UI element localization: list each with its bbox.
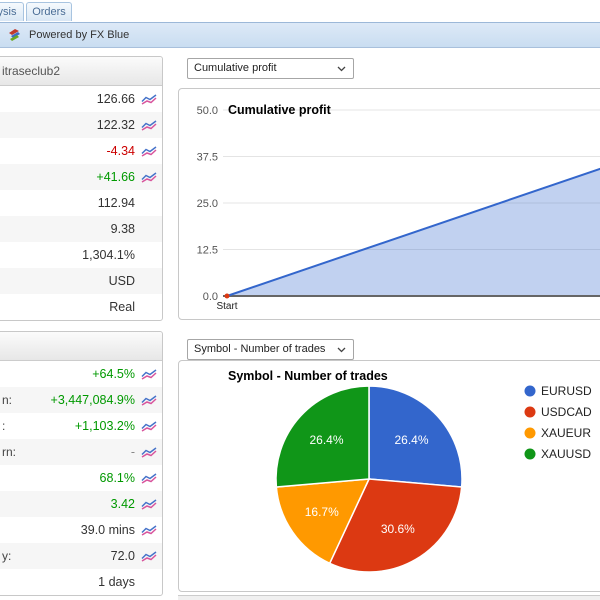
stat-value: +1,103.2%	[75, 419, 135, 433]
legend-item: XAUEUR	[525, 426, 592, 440]
svg-text:Symbol - Number of trades: Symbol - Number of trades	[228, 369, 388, 383]
mini-chart-icon[interactable]	[141, 120, 157, 131]
chart-type-select-value: Cumulative profit	[194, 59, 337, 78]
stat-value: 3.42	[111, 497, 135, 511]
fx-blue-logo-icon	[7, 28, 21, 42]
symbol-trades-chart-panel: Symbol - Number of trades 26.4% 30.6% 16.7%…	[178, 360, 600, 592]
pie-type-select-value: Symbol - Number of trades	[194, 340, 337, 359]
stat-value: +64.5%	[92, 367, 135, 381]
stat-value: -4.34	[107, 144, 136, 158]
mini-chart-icon[interactable]	[141, 94, 157, 105]
stat-value: 39.0 mins	[81, 523, 135, 537]
stat-label-fragment: y:	[0, 549, 111, 563]
stat-label-fragment: rn:	[0, 445, 131, 459]
powered-by-label: Powered by FX Blue	[29, 29, 129, 41]
stat-row: 1,304.1%	[0, 242, 162, 268]
stat-row: 3.42	[0, 491, 162, 517]
stats-panel-rows: +64.5%n:+3,447,084.9%:+1,103.2%rn:-68.1%…	[0, 361, 162, 595]
stat-value: 1,304.1%	[82, 248, 135, 262]
stat-value: 112.94	[98, 196, 135, 210]
stat-row: 9.38	[0, 216, 162, 242]
icon-spacer	[141, 577, 157, 588]
svg-text:16.7%: 16.7%	[305, 505, 339, 519]
stat-row: Real	[0, 294, 162, 320]
mini-chart-icon[interactable]	[141, 172, 157, 183]
account-panel-header: itraseclub2	[0, 57, 162, 86]
stat-value: 1 days	[98, 575, 135, 589]
stat-value: USD	[109, 274, 135, 288]
pie-type-select[interactable]: Symbol - Number of trades	[187, 339, 354, 360]
mini-chart-icon[interactable]	[141, 395, 157, 406]
mini-chart-icon[interactable]	[141, 447, 157, 458]
next-section-edge	[178, 595, 600, 600]
chevron-down-icon	[337, 347, 346, 353]
svg-text:37.5: 37.5	[197, 152, 218, 164]
cumulative-profit-chart-panel: 0.012.525.037.550.0Cumulative profitStar…	[178, 88, 600, 320]
stat-row: USD	[0, 268, 162, 294]
mini-chart-icon[interactable]	[141, 473, 157, 484]
stats-panel-header	[0, 332, 162, 361]
stat-row: 126.66	[0, 86, 162, 112]
svg-text:50.0: 50.0	[197, 105, 218, 117]
stat-row: 112.94	[0, 190, 162, 216]
account-panel: itraseclub2 126.66 122.32 -4.34 +41.66 112.9…	[0, 56, 163, 321]
svg-text:26.4%: 26.4%	[309, 433, 343, 447]
stat-row: 39.0 mins	[0, 517, 162, 543]
mini-chart-icon[interactable]	[141, 525, 157, 536]
mini-chart-icon[interactable]	[141, 421, 157, 432]
stats-panel: +64.5%n:+3,447,084.9%:+1,103.2%rn:-68.1%…	[0, 331, 163, 596]
stat-row: y:72.0	[0, 543, 162, 569]
tab-orders[interactable]: Orders	[26, 2, 72, 21]
stat-row: n:+3,447,084.9%	[0, 387, 162, 413]
stat-value: +3,447,084.9%	[51, 393, 135, 407]
stat-label-fragment: n:	[0, 393, 51, 407]
svg-text:XAUUSD: XAUUSD	[541, 447, 591, 461]
mini-chart-icon[interactable]	[141, 499, 157, 510]
stat-value: Real	[109, 300, 135, 314]
svg-text:XAUEUR: XAUEUR	[541, 426, 591, 440]
icon-spacer	[141, 224, 157, 235]
stat-row: :+1,103.2%	[0, 413, 162, 439]
stat-value: 68.1%	[100, 471, 135, 485]
stat-value: 122.32	[97, 118, 135, 132]
stat-row: 68.1%	[0, 465, 162, 491]
account-panel-rows: 126.66 122.32 -4.34 +41.66 112.94 9.38 1,304.1…	[0, 86, 162, 320]
svg-text:12.5: 12.5	[197, 245, 218, 257]
charts-column: Cumulative profit 0.012.525.037.550.0Cum…	[178, 0, 600, 600]
mini-chart-icon[interactable]	[141, 369, 157, 380]
stat-row: +64.5%	[0, 361, 162, 387]
svg-text:25.0: 25.0	[197, 198, 218, 210]
legend-item: USDCAD	[525, 405, 593, 419]
chevron-down-icon	[337, 66, 346, 72]
icon-spacer	[141, 276, 157, 287]
stat-value: 72.0	[111, 549, 135, 563]
chart-type-select[interactable]: Cumulative profit	[187, 58, 354, 79]
svg-text:Cumulative profit: Cumulative profit	[228, 103, 332, 117]
legend-item: XAUUSD	[525, 447, 592, 461]
svg-text:EURUSD: EURUSD	[541, 384, 592, 398]
svg-text:USDCAD: USDCAD	[541, 405, 592, 419]
stat-value: +41.66	[96, 170, 135, 184]
stat-row: 122.32	[0, 112, 162, 138]
icon-spacer	[141, 198, 157, 209]
stat-row: rn:-	[0, 439, 162, 465]
icon-spacer	[141, 250, 157, 261]
stat-label-fragment: :	[0, 419, 75, 433]
svg-text:30.6%: 30.6%	[381, 522, 415, 536]
mini-chart-icon[interactable]	[141, 551, 157, 562]
tab-analysis-partial[interactable]: ysis	[0, 2, 24, 21]
svg-text:26.4%: 26.4%	[394, 433, 428, 447]
svg-text:Start: Start	[216, 301, 237, 312]
stat-row: +41.66	[0, 164, 162, 190]
stat-value: 126.66	[97, 92, 135, 106]
icon-spacer	[141, 302, 157, 313]
stat-value: 9.38	[111, 222, 135, 236]
mini-chart-icon[interactable]	[141, 146, 157, 157]
legend-item: EURUSD	[525, 384, 593, 398]
stat-row: -4.34	[0, 138, 162, 164]
stat-value: -	[131, 445, 135, 459]
stat-row: 1 days	[0, 569, 162, 595]
